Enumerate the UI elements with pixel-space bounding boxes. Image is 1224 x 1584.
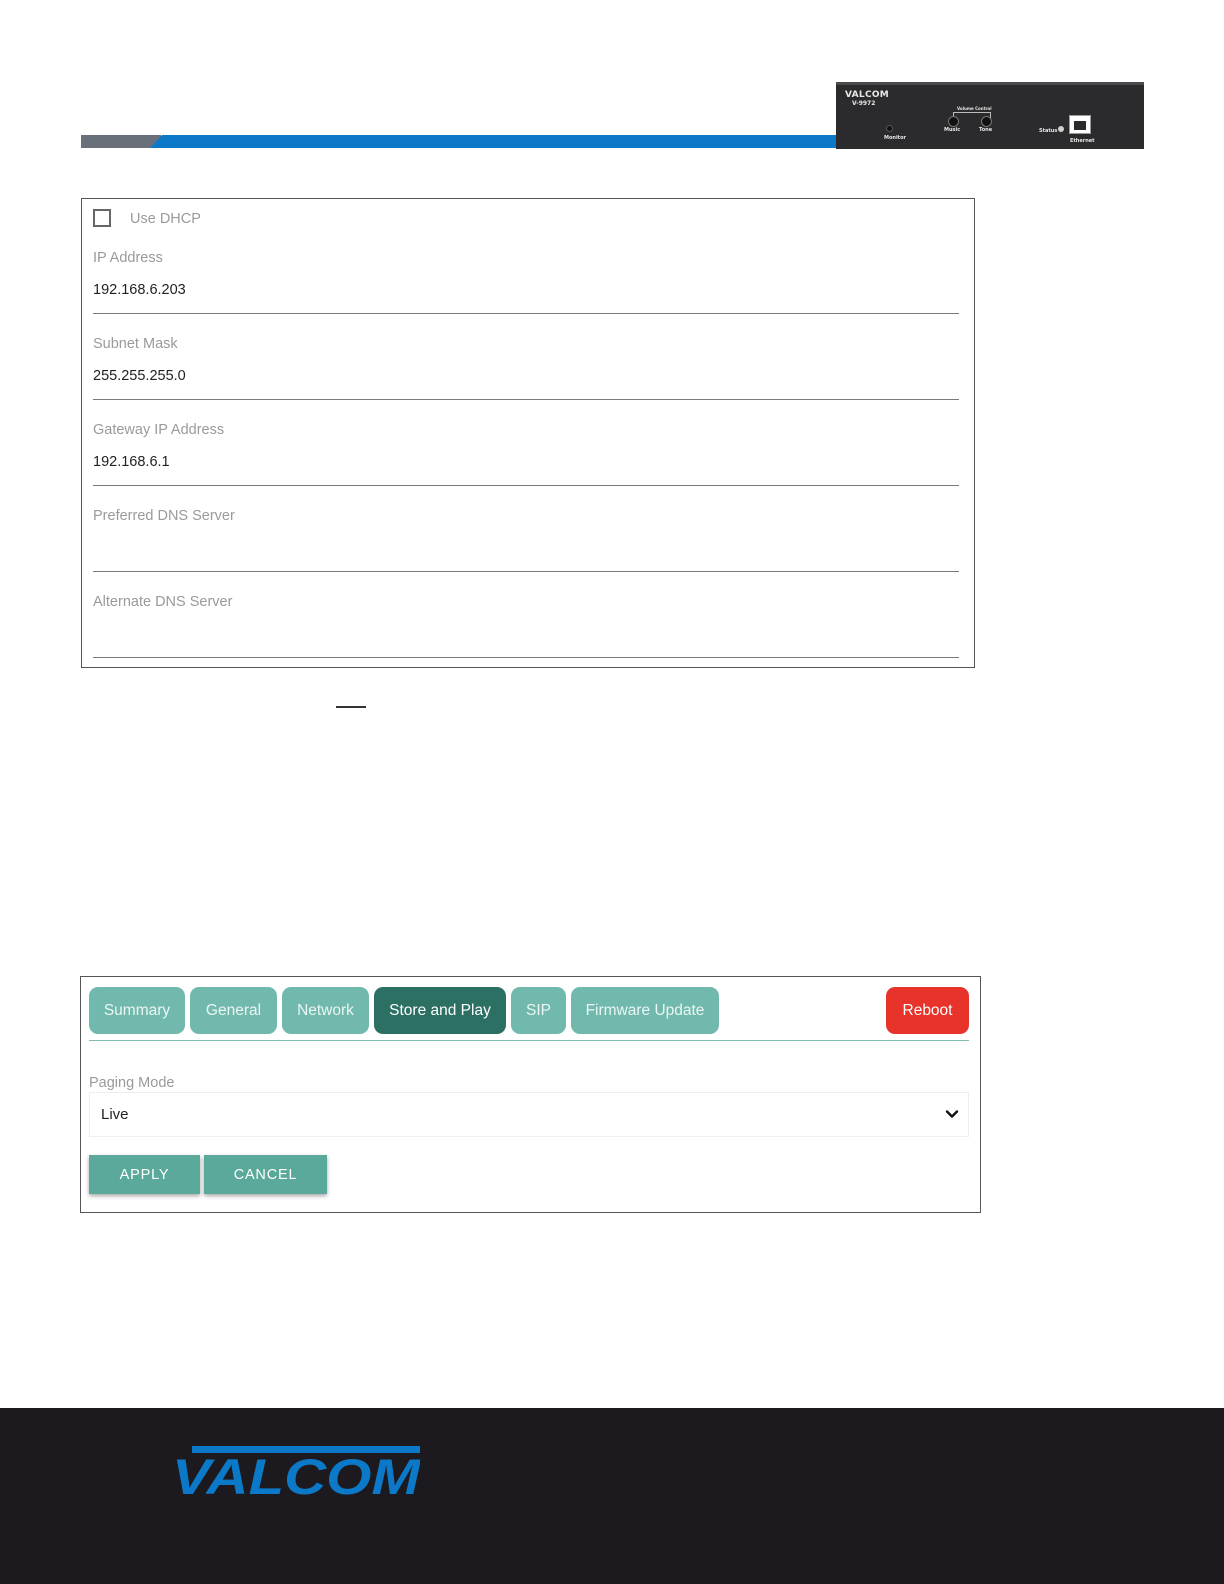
ip-address-value[interactable]: 192.168.6.203 bbox=[93, 282, 186, 298]
divider-mark bbox=[336, 706, 366, 708]
tab-sip[interactable]: SIP bbox=[511, 987, 566, 1034]
alternate-dns-label: Alternate DNS Server bbox=[93, 594, 233, 610]
tab-general[interactable]: General bbox=[190, 987, 277, 1034]
tab-store-and-play[interactable]: Store and Play bbox=[374, 987, 506, 1034]
music-knob-icon bbox=[948, 116, 959, 127]
footer: VALCOM bbox=[0, 1408, 1224, 1584]
chevron-down-icon bbox=[945, 1110, 959, 1118]
tab-network[interactable]: Network bbox=[282, 987, 369, 1034]
device-ethernet-label: Ethernet bbox=[1070, 138, 1095, 144]
subnet-mask-value[interactable]: 255.255.255.0 bbox=[93, 368, 186, 384]
valcom-logo: VALCOM bbox=[172, 1446, 420, 1496]
preferred-dns-label: Preferred DNS Server bbox=[93, 508, 235, 524]
header-accent-grey bbox=[81, 135, 161, 148]
status-led-icon bbox=[1058, 126, 1064, 132]
header-accent-blue bbox=[150, 135, 840, 148]
device-status-label: Status bbox=[1039, 128, 1058, 134]
ip-address-underline bbox=[93, 313, 959, 314]
paging-mode-select[interactable]: Live bbox=[89, 1092, 969, 1137]
tab-firmware-update[interactable]: Firmware Update bbox=[571, 987, 719, 1034]
store-and-play-panel: Summary General Network Store and Play S… bbox=[80, 976, 981, 1213]
tab-summary[interactable]: Summary bbox=[89, 987, 185, 1034]
cancel-button[interactable]: CANCEL bbox=[204, 1155, 327, 1194]
subnet-mask-underline bbox=[93, 399, 959, 400]
network-settings-panel: Use DHCP IP Address 192.168.6.203 Subnet… bbox=[81, 198, 975, 668]
ethernet-port-icon bbox=[1069, 115, 1091, 134]
gateway-ip-underline bbox=[93, 485, 959, 486]
device-music-label: Music bbox=[944, 127, 961, 133]
device-brand: VALCOM bbox=[845, 90, 890, 100]
device-volume-label: Volume Control bbox=[957, 106, 992, 111]
paging-mode-value: Live bbox=[101, 1106, 129, 1123]
valcom-logo-text: VALCOM bbox=[172, 1449, 420, 1496]
subnet-mask-label: Subnet Mask bbox=[93, 336, 178, 352]
device-monitor-label: Monitor bbox=[884, 135, 906, 141]
device-front-panel-image: VALCOM V-9972 Volume Control Music Tone … bbox=[836, 82, 1144, 149]
preferred-dns-underline bbox=[93, 571, 959, 572]
tone-knob-icon bbox=[981, 116, 992, 127]
use-dhcp-label: Use DHCP bbox=[130, 211, 201, 227]
monitor-jack-icon bbox=[886, 125, 893, 132]
alternate-dns-underline bbox=[93, 657, 959, 658]
device-tone-label: Tone bbox=[979, 127, 993, 133]
reboot-button[interactable]: Reboot bbox=[886, 987, 969, 1034]
apply-button[interactable]: APPLY bbox=[89, 1155, 200, 1194]
use-dhcp-checkbox[interactable] bbox=[93, 209, 111, 227]
ip-address-label: IP Address bbox=[93, 250, 163, 266]
tab-bar-divider bbox=[89, 1040, 969, 1041]
gateway-ip-label: Gateway IP Address bbox=[93, 422, 225, 438]
gateway-ip-value[interactable]: 192.168.6.1 bbox=[93, 454, 170, 470]
paging-mode-label: Paging Mode bbox=[89, 1075, 175, 1091]
device-model: V-9972 bbox=[852, 100, 876, 107]
